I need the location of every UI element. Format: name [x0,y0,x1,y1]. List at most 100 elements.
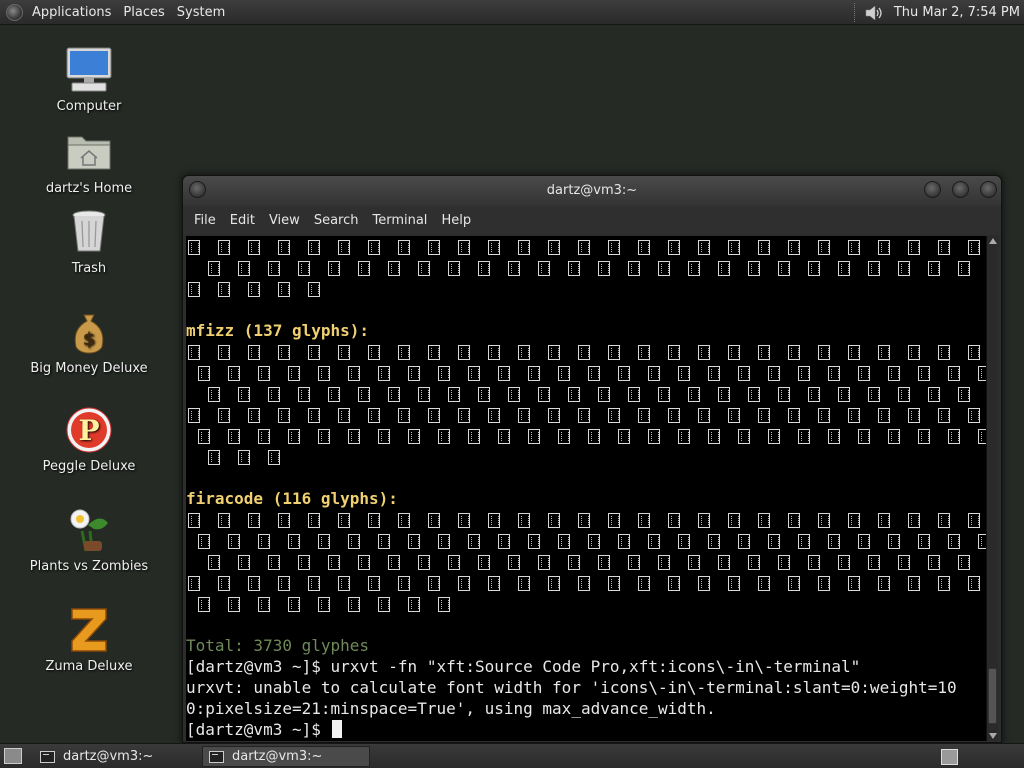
missing-glyph-box [908,240,920,255]
missing-glyph-box [518,576,530,591]
show-desktop-icon[interactable] [4,748,22,764]
missing-glyph-box [358,387,370,402]
missing-glyph-box [678,534,690,549]
places-menu[interactable]: Places [117,0,170,25]
missing-glyph-box [258,597,270,612]
glyph-row [186,530,987,551]
desktop-icon-big-money[interactable]: $ Big Money Deluxe [24,307,154,376]
menu-terminal[interactable]: Terminal [365,213,434,228]
missing-glyph-box [208,555,220,570]
missing-glyph-box [728,240,740,255]
gnome-foot-icon[interactable] [6,4,23,21]
clock[interactable]: Thu Mar 2, 7:54 PM [894,0,1024,25]
missing-glyph-box [608,345,620,360]
menu-file[interactable]: File [187,213,223,228]
missing-glyph-box [598,387,610,402]
missing-glyph-box [228,366,240,381]
missing-glyph-box [738,429,750,444]
menu-edit[interactable]: Edit [223,213,262,228]
window-titlebar[interactable]: dartz@vm3:~ [183,176,1001,206]
missing-glyph-box [608,240,620,255]
missing-glyph-box [258,429,270,444]
missing-glyph-box [658,261,670,276]
missing-glyph-box [718,387,730,402]
system-menu[interactable]: System [171,0,231,25]
missing-glyph-box [238,555,250,570]
desktop-icon-plants-zombies[interactable]: Plants vs Zombies [24,505,154,574]
missing-glyph-box [218,408,230,423]
scrollbar-thumb[interactable] [988,668,997,724]
desktop-icon-trash[interactable]: Trash [24,207,154,276]
missing-glyph-box [238,261,250,276]
missing-glyph-box [838,261,850,276]
missing-glyph-box [338,513,350,528]
missing-glyph-box [688,555,700,570]
missing-glyph-box [208,450,220,465]
missing-glyph-box [438,366,450,381]
missing-glyph-box [318,534,330,549]
terminal-output[interactable]: mfizz (137 glyphs): firacode (116 glyphs… [186,236,987,741]
glyph-row [186,551,987,572]
missing-glyph-box [968,408,980,423]
window-title: dartz@vm3:~ [546,183,638,198]
missing-glyph-box [778,387,790,402]
missing-glyph-box [218,282,230,297]
missing-glyph-box [438,429,450,444]
taskbar-item-label: dartz@vm3:~ [232,749,323,764]
missing-glyph-box [788,345,800,360]
missing-glyph-box [478,555,490,570]
missing-glyph-box [728,345,740,360]
glyph-row [186,446,987,467]
missing-glyph-box [788,240,800,255]
missing-glyph-box [728,576,740,591]
workspace-switcher[interactable] [941,749,958,765]
volume-speaker-icon[interactable] [864,4,886,22]
missing-glyph-box [968,513,980,528]
scroll-up-arrow-icon[interactable] [989,238,997,244]
minimize-button[interactable] [924,181,941,198]
menu-view[interactable]: View [262,213,307,228]
desktop-icon-home[interactable]: dartz's Home [24,127,154,196]
close-button[interactable] [980,181,997,198]
missing-glyph-box [308,513,320,528]
missing-glyph-box [248,240,260,255]
missing-glyph-box [788,408,800,423]
missing-glyph-box [908,576,920,591]
missing-glyph-box [808,387,820,402]
applications-menu[interactable]: Applications [26,0,117,25]
desktop-icon-peggle[interactable]: P Peggle Deluxe [24,405,154,474]
missing-glyph-box [638,513,650,528]
missing-glyph-box [918,534,930,549]
missing-glyph-box [878,576,890,591]
menu-search[interactable]: Search [307,213,366,228]
missing-glyph-box [558,366,570,381]
desktop-icon-computer[interactable]: Computer [24,45,154,114]
window-menu-button[interactable] [189,181,206,198]
scroll-down-arrow-icon[interactable] [989,733,997,739]
menu-help[interactable]: Help [434,213,478,228]
missing-glyph-box [748,387,760,402]
missing-glyph-box [408,366,420,381]
missing-glyph-box [338,576,350,591]
missing-glyph-box [528,534,540,549]
missing-glyph-box [938,408,950,423]
prompt-line[interactable]: [dartz@vm3 ~]$ [186,719,987,740]
taskbar-item[interactable]: dartz@vm3:~ [34,746,198,767]
missing-glyph-box [278,513,290,528]
missing-glyph-box [308,345,320,360]
missing-glyph-box [228,429,240,444]
desktop-icon-zuma[interactable]: Zuma Deluxe [24,605,154,674]
missing-glyph-box [848,576,860,591]
missing-glyph-box [958,261,970,276]
taskbar-item-active[interactable]: dartz@vm3:~ [202,746,370,767]
missing-glyph-box [498,429,510,444]
maximize-button[interactable] [952,181,969,198]
missing-glyph-box [758,240,770,255]
missing-glyph-box [248,282,260,297]
terminal-scrollbar[interactable] [986,236,998,741]
plants-icon [64,505,114,555]
terminal-window[interactable]: dartz@vm3:~ File Edit View Search Termin… [182,175,1002,743]
desktop-icon-label: Trash [71,261,107,276]
missing-glyph-box [768,534,780,549]
